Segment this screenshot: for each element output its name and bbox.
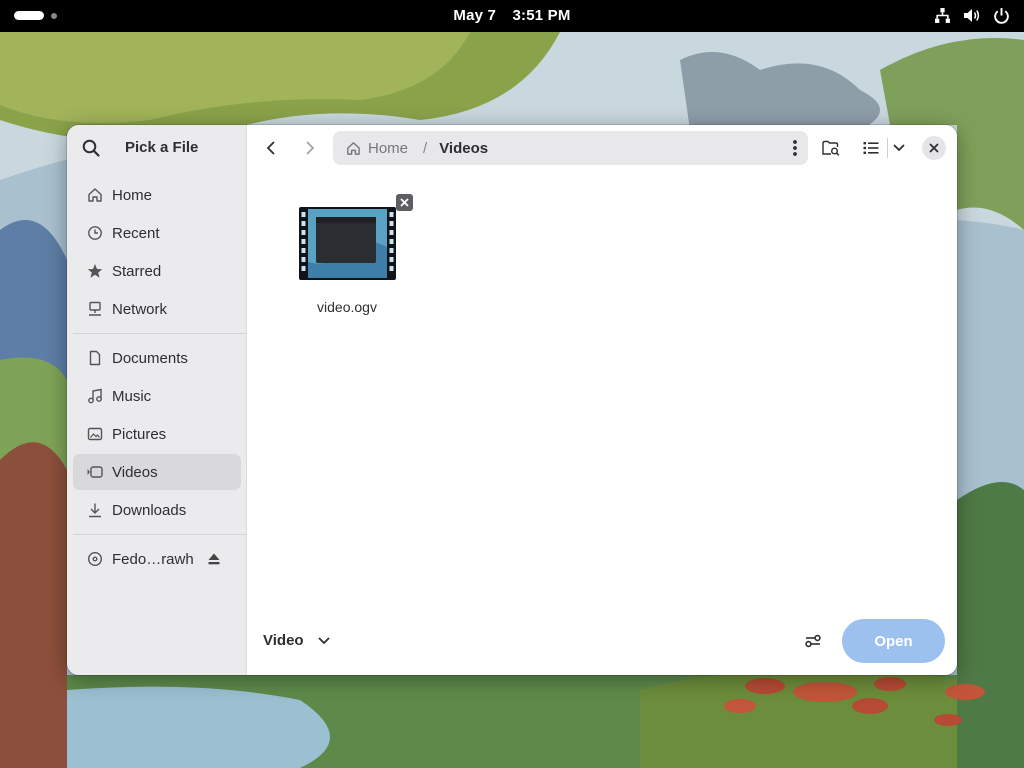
sidebar-item-recent[interactable]: Recent	[73, 215, 241, 251]
options-icon[interactable]	[803, 631, 823, 651]
disc-icon	[87, 551, 103, 567]
volume-icon	[964, 9, 980, 22]
clock-date: May 7	[453, 7, 497, 24]
filter-label: Video	[263, 632, 304, 649]
video-thumbnail	[299, 207, 396, 280]
sidebar: Pick a File Home Recent Starred Network …	[67, 125, 247, 675]
sidebar-separator	[73, 534, 247, 535]
document-icon	[89, 350, 101, 366]
open-button[interactable]: Open	[842, 619, 945, 663]
close-icon	[400, 198, 409, 207]
sidebar-item-label: Home	[112, 186, 153, 204]
video-icon	[87, 466, 103, 478]
clock-icon	[88, 226, 102, 240]
sidebar-item-label: Pictures	[112, 425, 167, 443]
sidebar-item-starred[interactable]: Starred	[73, 253, 241, 289]
clock-time: 3:51 PM	[512, 7, 571, 24]
dialog-footer: Video Open	[247, 615, 957, 665]
network-icon	[89, 301, 101, 316]
sidebar-item-pictures[interactable]: Pictures	[73, 416, 241, 452]
sidebar-item-device[interactable]: Fedo…rawh	[73, 541, 241, 577]
music-icon	[88, 388, 102, 404]
remove-badge[interactable]	[396, 194, 413, 211]
chevron-right-icon	[306, 141, 315, 155]
eject-icon[interactable]	[207, 552, 221, 566]
more-options-icon[interactable]	[792, 139, 798, 157]
folder-search-icon	[822, 140, 840, 156]
main-pane: Home / Videos video.ogv Video Open	[247, 125, 957, 675]
sidebar-item-label: Starred	[112, 262, 162, 280]
sidebar-item-label: Downloads	[112, 501, 187, 519]
dialog-title: Pick a File	[125, 139, 199, 156]
sidebar-header: Pick a File	[67, 125, 247, 171]
sidebar-item-home[interactable]: Home	[73, 177, 241, 213]
places-list: Home Recent Starred Network Documents Mu…	[73, 177, 247, 579]
chevron-down-icon	[893, 144, 905, 152]
power-icon	[994, 8, 1009, 24]
list-view-icon	[863, 142, 879, 154]
sidebar-item-label: Documents	[112, 349, 188, 367]
close-icon	[929, 143, 939, 153]
image-icon	[87, 427, 103, 441]
system-tray[interactable]	[934, 7, 1010, 24]
sidebar-separator	[73, 333, 247, 334]
sidebar-item-videos[interactable]: Videos	[73, 454, 241, 490]
file-chooser-dialog: Pick a File Home Recent Starred Network …	[67, 125, 957, 675]
breadcrumb-current[interactable]: Videos	[439, 140, 488, 157]
chevron-left-icon	[266, 141, 275, 155]
download-icon	[89, 503, 101, 518]
sidebar-item-label: Videos	[112, 463, 158, 481]
sidebar-item-label: Music	[112, 387, 152, 405]
clock[interactable]: May 7 3:51 PM	[0, 7, 1024, 24]
back-button[interactable]	[260, 137, 282, 159]
path-bar: Home / Videos	[333, 131, 808, 165]
list-view-button[interactable]	[860, 137, 882, 159]
sidebar-item-label: Network	[112, 300, 168, 318]
search-location-button[interactable]	[820, 137, 842, 159]
sidebar-item-music[interactable]: Music	[73, 378, 241, 414]
header-bar: Home / Videos	[247, 125, 957, 171]
breadcrumb-home[interactable]: Home	[346, 140, 408, 157]
file-name: video.ogv	[317, 299, 377, 315]
sidebar-item-network[interactable]: Network	[73, 291, 241, 327]
sidebar-item-documents[interactable]: Documents	[73, 340, 241, 376]
network-icon	[935, 8, 950, 23]
close-button[interactable]	[922, 136, 946, 160]
home-icon	[347, 141, 360, 155]
breadcrumb-home-label: Home	[368, 139, 409, 157]
sidebar-item-downloads[interactable]: Downloads	[73, 492, 241, 528]
sidebar-item-label: Recent	[112, 224, 160, 242]
forward-button[interactable]	[299, 137, 321, 159]
file-type-filter[interactable]: Video	[263, 632, 330, 649]
top-bar: May 7 3:51 PM	[0, 0, 1024, 32]
home-icon	[88, 188, 102, 202]
view-options-button[interactable]	[888, 137, 910, 159]
breadcrumb-separator: /	[423, 139, 428, 157]
search-icon[interactable]	[81, 138, 101, 158]
star-icon	[87, 264, 103, 278]
sidebar-item-label: Fedo…rawh	[112, 550, 194, 568]
chevron-down-icon	[318, 637, 329, 644]
